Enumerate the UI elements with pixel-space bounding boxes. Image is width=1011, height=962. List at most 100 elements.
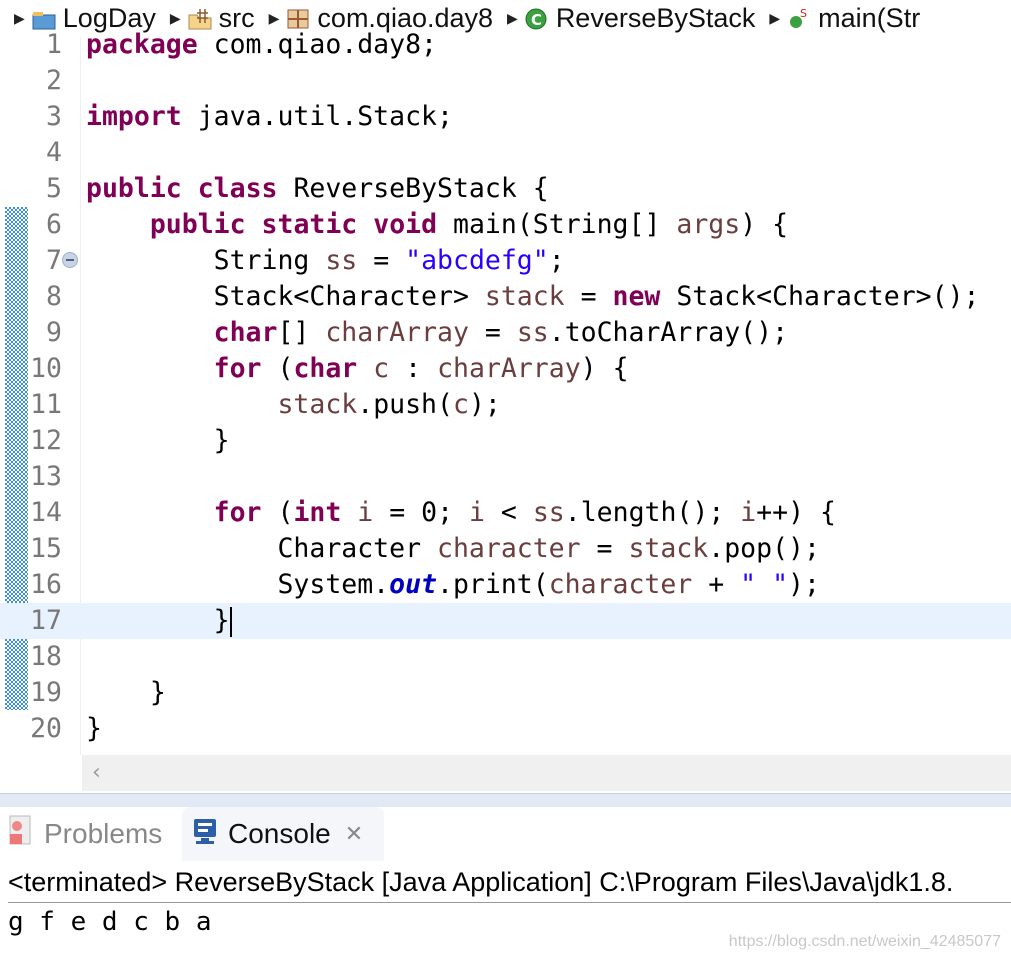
code-text: ); (788, 569, 820, 600)
code-text: .print( (437, 569, 549, 600)
keyword: import (86, 101, 182, 132)
variable: i (468, 497, 485, 528)
chevron-right-icon: ▶ (169, 10, 181, 26)
variable: ss (516, 317, 549, 348)
close-icon[interactable]: ✕ (345, 821, 363, 847)
code-text: main(String[] (437, 209, 677, 240)
code-line[interactable]: 16 System.out.print(character + " "); (0, 567, 1011, 603)
code-line[interactable]: 17 } (0, 603, 1011, 639)
keyword: package (86, 29, 198, 60)
code-text: ( (261, 497, 294, 528)
variable: ss (325, 245, 358, 276)
line-number: 2 (46, 65, 62, 96)
code-text: = (564, 281, 613, 312)
code-line[interactable]: 13 (0, 459, 1011, 495)
code-line[interactable]: 15 Character character = stack.pop(); (0, 531, 1011, 567)
variable: i (740, 497, 757, 528)
line-number: 9 (46, 317, 62, 348)
code-text: com.qiao.day8; (197, 29, 438, 60)
variable: charArray (325, 317, 469, 348)
line-number: 8 (46, 281, 62, 312)
keyword: public (149, 209, 246, 240)
chevron-right-icon: ▶ (507, 10, 518, 26)
code-line[interactable]: 3 import java.util.Stack; (0, 99, 1011, 135)
string-literal: " " (740, 569, 789, 600)
code-content: } (86, 603, 232, 639)
horizontal-scrollbar[interactable]: ‹ (82, 755, 1011, 791)
variable: character (548, 569, 693, 600)
code-line[interactable]: 1 package com.qiao.day8; (0, 27, 1011, 63)
variable: c (452, 389, 469, 420)
code-content: } (86, 423, 230, 459)
tab-problems[interactable]: Problems (6, 807, 162, 861)
code-content: Character character = stack.pop(); (86, 531, 820, 567)
code-text: ) { (580, 353, 629, 384)
code-line[interactable]: 9 char[] charArray = ss.toCharArray(); (0, 315, 1011, 351)
chevron-right-icon: ▶ (268, 10, 280, 26)
console-output: g f e d c b a (8, 907, 212, 937)
code-content: } (86, 711, 102, 747)
code-line[interactable]: 8 Stack<Character> stack = new Stack<Cha… (0, 279, 1011, 315)
code-line[interactable]: 2 (0, 63, 1011, 99)
variable: args (676, 209, 741, 240)
code-text: } (86, 677, 166, 708)
code-content: public static void main(String[] args) { (86, 207, 788, 243)
code-text: ReverseByStack { (277, 173, 549, 204)
line-number: 18 (30, 641, 62, 672)
keyword: public (86, 173, 182, 204)
code-text: + (692, 569, 741, 600)
line-number: 1 (46, 29, 62, 60)
variable: character (437, 533, 581, 564)
code-line[interactable]: 6 public static void main(String[] args)… (0, 207, 1011, 243)
code-line[interactable]: 5 public class ReverseByStack { (0, 171, 1011, 207)
code-line[interactable]: 19 } (0, 675, 1011, 711)
field: out (389, 569, 438, 600)
line-number: 6 (46, 209, 62, 240)
code-content: public class ReverseByStack { (86, 171, 549, 207)
console-view[interactable]: <terminated> ReverseByStack [Java Applic… (0, 861, 1011, 962)
code-text: : (389, 353, 438, 384)
code-line[interactable]: 4 (0, 135, 1011, 171)
tab-label: Console (228, 818, 331, 849)
code-content: for (char c : charArray) { (86, 351, 629, 387)
code-text: .length(); (564, 497, 741, 528)
line-number: 16 (30, 569, 62, 600)
variable: c (373, 353, 390, 384)
line-number: 13 (30, 461, 62, 492)
code-line[interactable]: 11 stack.push(c); (0, 387, 1011, 423)
code-text: ++) { (756, 497, 836, 528)
fold-collapse-icon[interactable] (62, 252, 78, 268)
code-text: java.util.Stack; (181, 101, 453, 132)
panel-divider[interactable] (0, 793, 1011, 808)
line-number: 7 (46, 245, 62, 276)
code-line[interactable]: 7 String ss = "abcdefg"; (0, 243, 1011, 279)
code-text: [] (277, 317, 326, 348)
chevron-right-icon: ▶ (769, 10, 781, 26)
console-icon (192, 816, 218, 853)
code-line[interactable]: 12 } (0, 423, 1011, 459)
code-content: Stack<Character> stack = new Stack<Chara… (86, 279, 980, 315)
code-text: = (357, 245, 406, 276)
code-line[interactable]: 14 for (int i = 0; i < ss.length(); i++)… (0, 495, 1011, 531)
keyword: new (612, 281, 661, 312)
code-line[interactable]: 20} (0, 711, 1011, 747)
code-line[interactable]: 10 for (char c : charArray) { (0, 351, 1011, 387)
variable: charArray (437, 353, 581, 384)
panel-tabs: Problems Console ✕ (0, 807, 1011, 861)
problems-icon (6, 814, 36, 855)
code-content: for (int i = 0; i < ss.length(); i++) { (86, 495, 836, 531)
keyword: void (373, 209, 438, 240)
code-editor[interactable]: 1 package com.qiao.day8; 2 3 import java.uti… (0, 29, 1011, 793)
scroll-left-icon[interactable]: ‹ (92, 760, 101, 785)
tab-console[interactable]: Console ✕ (182, 807, 384, 861)
code-text: System. (86, 569, 390, 600)
code-line[interactable]: 18 (0, 639, 1011, 675)
